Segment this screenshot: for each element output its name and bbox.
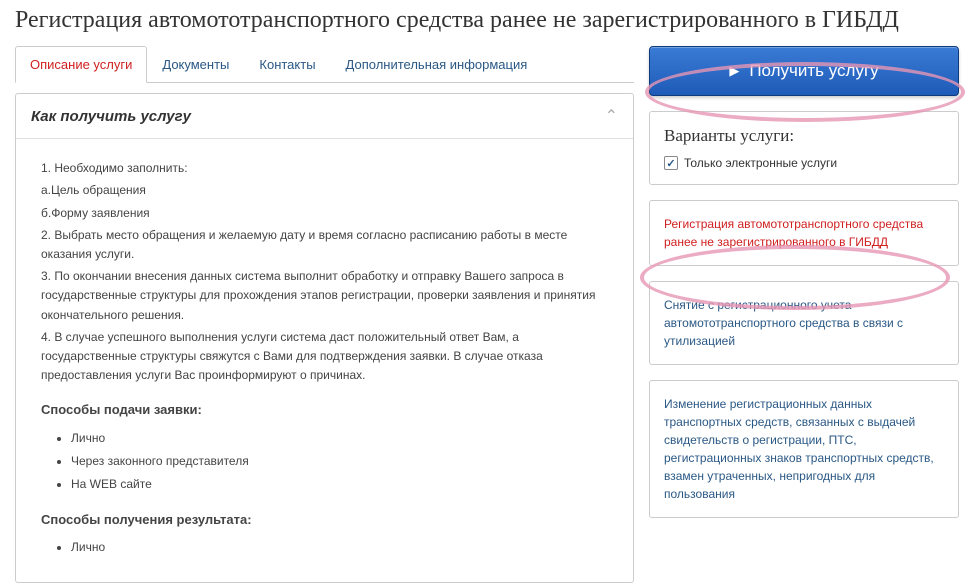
- checkbox-label: Только электронные услуги: [684, 156, 837, 170]
- cta-label: Получить услугу: [749, 61, 878, 81]
- get-service-button[interactable]: ▶ Получить услугу: [649, 46, 959, 96]
- submit-list: Лично Через законного представителя На W…: [41, 429, 608, 495]
- related-link[interactable]: Снятие с регистрационного учета автомото…: [664, 296, 944, 350]
- step-1a: а.Цель обращения: [41, 181, 608, 200]
- accordion-panel: Как получить услугу ⌃ 1. Необходимо запо…: [15, 93, 634, 582]
- list-item: Лично: [71, 538, 608, 557]
- checkbox-icon: ✓: [664, 156, 678, 170]
- tab-contacts[interactable]: Контакты: [244, 46, 330, 82]
- list-item: Лично: [71, 429, 608, 448]
- step-1: 1. Необходимо заполнить:: [41, 159, 608, 178]
- play-icon: ▶: [729, 63, 739, 79]
- submit-heading: Способы подачи заявки:: [41, 400, 608, 421]
- page-title: Регистрация автомототранспортного средст…: [15, 5, 959, 36]
- step-4: 4. В случае успешного выполнения услуги …: [41, 328, 608, 386]
- related-link-active[interactable]: Регистрация автомототранспортного средст…: [664, 215, 944, 251]
- tabs: Описание услуги Документы Контакты Допол…: [15, 46, 634, 83]
- accordion-content: 1. Необходимо заполнить: а.Цель обращени…: [16, 139, 633, 581]
- checkbox-row[interactable]: ✓ Только электронные услуги: [664, 156, 944, 170]
- variants-title: Варианты услуги:: [664, 126, 944, 146]
- accordion-header[interactable]: Как получить услугу ⌃: [16, 94, 633, 139]
- result-heading: Способы получения результата:: [41, 510, 608, 531]
- related-link[interactable]: Изменение регистрационных данных транспо…: [664, 395, 944, 503]
- tab-description[interactable]: Описание услуги: [15, 46, 147, 83]
- step-2: 2. Выбрать место обращения и желаемую да…: [41, 226, 608, 264]
- related-box: Изменение регистрационных данных транспо…: [649, 380, 959, 518]
- list-item: Через законного представителя: [71, 452, 608, 471]
- step-1b: б.Форму заявления: [41, 204, 608, 223]
- list-item: На WEB сайте: [71, 475, 608, 494]
- step-3: 3. По окончании внесения данных система …: [41, 267, 608, 325]
- chevron-up-icon: ⌃: [605, 106, 618, 126]
- variants-box: Варианты услуги: ✓ Только электронные ус…: [649, 111, 959, 185]
- tab-additional[interactable]: Дополнительная информация: [331, 46, 543, 82]
- result-list: Лично: [41, 538, 608, 557]
- tab-documents[interactable]: Документы: [147, 46, 244, 82]
- accordion-title: Как получить услугу: [31, 108, 191, 125]
- related-box: Снятие с регистрационного учета автомото…: [649, 281, 959, 365]
- related-box: Регистрация автомототранспортного средст…: [649, 200, 959, 266]
